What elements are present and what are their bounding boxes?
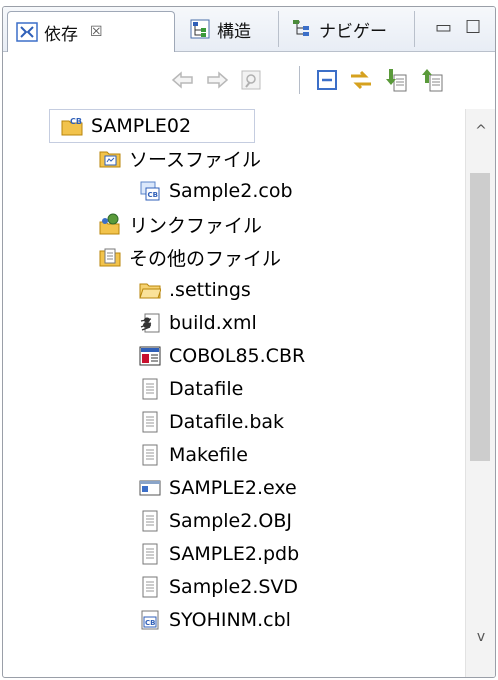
text-file-icon bbox=[142, 378, 158, 400]
tree-item-label: build.xml bbox=[169, 312, 257, 334]
cbr-file-icon bbox=[139, 346, 161, 366]
minimize-icon[interactable]: ▭ bbox=[435, 17, 452, 38]
tree-item-label: リンクファイル bbox=[129, 214, 263, 237]
close-icon[interactable]: ☒ bbox=[90, 24, 103, 40]
back-arrow-icon bbox=[171, 71, 193, 89]
tree-item-datafile-bak[interactable]: Datafile.bak bbox=[139, 406, 284, 438]
text-file-icon bbox=[142, 411, 158, 433]
scroll-up-icon[interactable]: ^ bbox=[466, 123, 495, 147]
tree-item-label: Sample2.SVD bbox=[169, 576, 299, 598]
maximize-icon[interactable]: ☐ bbox=[465, 17, 481, 38]
text-file-icon bbox=[142, 510, 158, 532]
import-button[interactable] bbox=[383, 66, 411, 94]
tab-dependency[interactable]: 依存 ☒ bbox=[7, 11, 175, 52]
tab-label: ナビゲー bbox=[319, 21, 387, 42]
tree-item-syohinm-cbl[interactable]: CB SYOHINM.cbl bbox=[139, 604, 291, 636]
text-file-icon bbox=[142, 576, 158, 598]
tree-item-sample2-pdb[interactable]: SAMPLE2.pdb bbox=[139, 538, 299, 570]
dependency-tree: CB SAMPLE02 ソースファイル CB Sample2.cob リンクファ… bbox=[3, 109, 465, 677]
tree-item-makefile[interactable]: Makefile bbox=[139, 439, 248, 471]
text-file-icon bbox=[142, 543, 158, 565]
svg-text:CB: CB bbox=[70, 117, 82, 126]
link-with-editor-button[interactable] bbox=[347, 66, 375, 94]
tree-item-label: SAMPLE2.pdb bbox=[169, 543, 300, 565]
import-icon bbox=[386, 69, 407, 92]
view-toolbar bbox=[3, 52, 495, 108]
home-button[interactable] bbox=[237, 66, 265, 94]
tree-item-sample2-obj[interactable]: Sample2.OBJ bbox=[139, 505, 292, 537]
tree-item-cobol85-cbr[interactable]: COBOL85.CBR bbox=[139, 340, 305, 372]
toolbar-separator bbox=[299, 66, 300, 94]
tree-item-label: その他のファイル bbox=[129, 247, 282, 270]
collapse-all-button[interactable] bbox=[313, 66, 341, 94]
forward-arrow-icon bbox=[207, 71, 229, 89]
tree-item-label: .settings bbox=[169, 279, 251, 301]
tree-root-sample02[interactable]: CB SAMPLE02 bbox=[61, 110, 192, 142]
source-folder-icon bbox=[99, 151, 121, 168]
tree-item-build-xml[interactable]: build.xml bbox=[139, 307, 257, 339]
tree-item-settings[interactable]: .settings bbox=[139, 274, 251, 306]
ant-file-icon bbox=[140, 313, 160, 333]
tree-item-label: COBOL85.CBR bbox=[169, 345, 306, 367]
tree-item-label: SYOHINM.cbl bbox=[169, 609, 291, 631]
tree-item-other-files[interactable]: その他のファイル bbox=[99, 241, 281, 273]
tab-navigator[interactable]: ナビゲー bbox=[283, 11, 415, 47]
cbl-file-icon: CB bbox=[141, 610, 159, 630]
structure-icon bbox=[190, 19, 210, 39]
tree-item-sample2-svd[interactable]: Sample2.SVD bbox=[139, 571, 298, 603]
tree-item-label: Sample2.cob bbox=[169, 180, 293, 202]
tree-item-label: Datafile.bak bbox=[169, 411, 285, 433]
scrollbar-thumb[interactable] bbox=[470, 173, 490, 461]
cobol-source-icon: CB bbox=[140, 181, 160, 201]
tree-item-sample2-exe[interactable]: SAMPLE2.exe bbox=[139, 472, 297, 504]
svg-text:CB: CB bbox=[148, 191, 158, 199]
tree-item-label: Sample2.OBJ bbox=[169, 510, 292, 532]
home-icon bbox=[241, 70, 261, 90]
navigator-icon bbox=[293, 20, 309, 36]
tree-item-link-files[interactable]: リンクファイル bbox=[99, 208, 262, 240]
vertical-scrollbar[interactable]: ^ v bbox=[465, 109, 495, 677]
tab-label: 構造 bbox=[217, 21, 251, 42]
tree-item-label: ソースファイル bbox=[129, 148, 262, 171]
forward-button[interactable] bbox=[203, 66, 231, 94]
tree-item-source-files[interactable]: ソースファイル bbox=[99, 142, 261, 174]
tab-structure[interactable]: 構造 bbox=[181, 11, 279, 47]
back-button[interactable] bbox=[169, 66, 197, 94]
dependency-view: 依存 ☒ 構造 ナビゲー ▭ ☐ CB SAMPLE02 ソースファイル CB … bbox=[2, 6, 496, 678]
cobol-project-icon: CB bbox=[61, 117, 83, 136]
text-file-icon bbox=[142, 444, 158, 466]
tree-item-label: SAMPLE2.exe bbox=[169, 477, 297, 499]
tree-item-label: Makefile bbox=[169, 444, 248, 466]
folder-icon bbox=[139, 283, 161, 299]
link-with-editor-icon bbox=[351, 70, 371, 90]
scroll-down-icon[interactable]: v bbox=[466, 629, 495, 653]
tree-item-label: SAMPLE02 bbox=[91, 115, 192, 137]
view-tab-bar: 依存 ☒ 構造 ナビゲー ▭ ☐ bbox=[3, 7, 495, 52]
other-files-icon bbox=[99, 248, 121, 267]
collapse-all-icon bbox=[317, 70, 337, 90]
exe-file-icon bbox=[139, 480, 161, 496]
export-button[interactable] bbox=[419, 66, 447, 94]
tab-label: 依存 bbox=[44, 24, 78, 45]
tree-item-datafile[interactable]: Datafile bbox=[139, 373, 243, 405]
tree-item-sample2-cob[interactable]: CB Sample2.cob bbox=[139, 175, 293, 207]
export-icon bbox=[422, 69, 443, 92]
tree-item-label: Datafile bbox=[169, 378, 244, 400]
link-files-icon bbox=[99, 213, 120, 235]
svg-text:CB: CB bbox=[145, 619, 155, 627]
dependency-icon bbox=[16, 22, 38, 42]
